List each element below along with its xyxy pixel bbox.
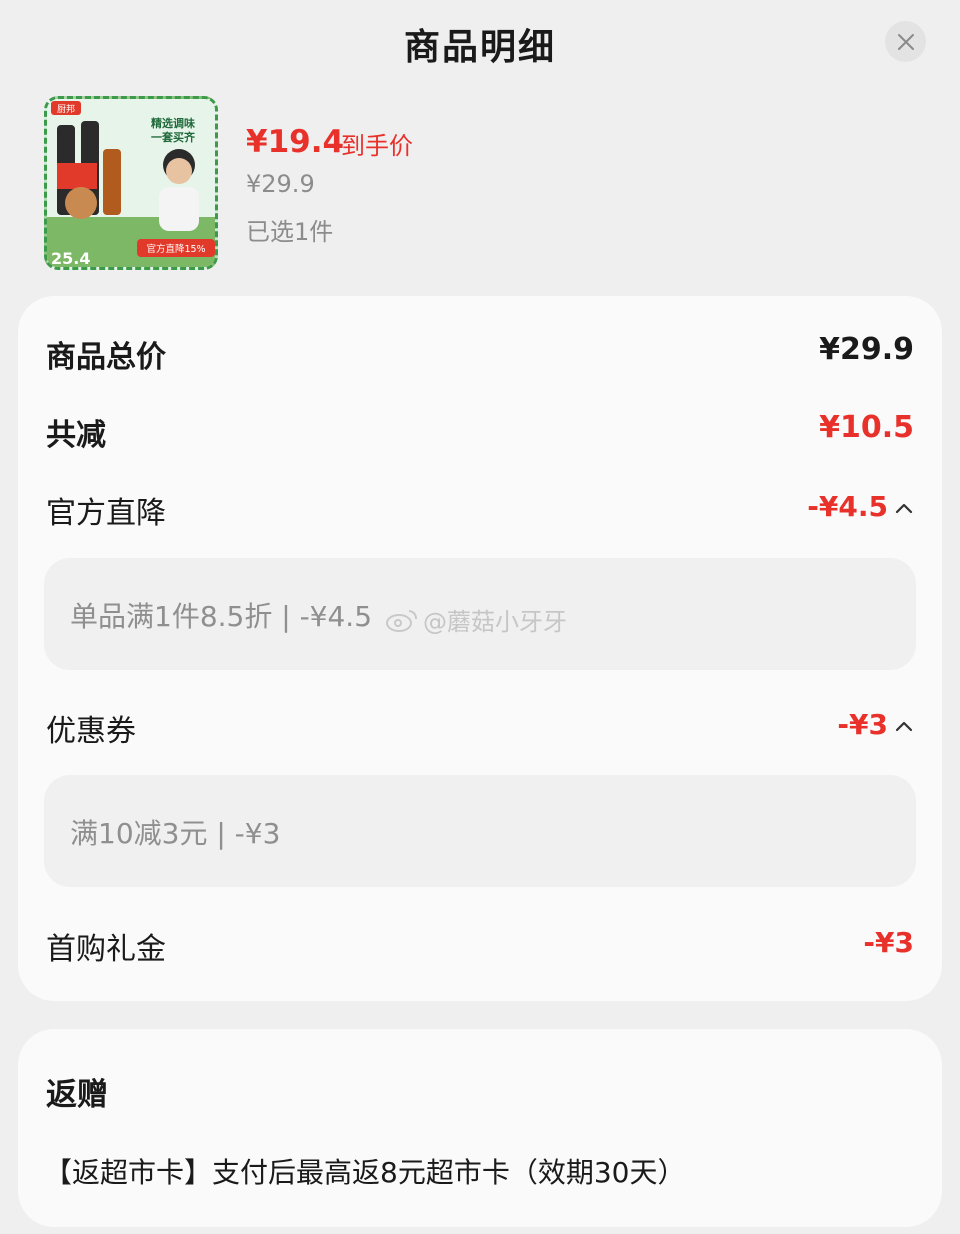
coupon-detail-text: 满10减3元 | -¥3 <box>70 817 281 850</box>
first-purchase-row: 首购礼金 -¥3 <box>46 924 914 968</box>
image-headline-1: 精选调味 <box>151 116 195 130</box>
first-purchase-label: 首购礼金 <box>46 932 166 967</box>
total-price-row: 商品总价 ¥29.9 <box>46 332 914 376</box>
gift-text: 【返超市卡】支付后最高返8元超市卡（效期30天） <box>44 1156 686 1189</box>
final-price: ¥19.4 <box>246 124 345 160</box>
official-discount-label: 官方直降 <box>46 496 166 531</box>
page-title: 商品明细 <box>403 27 556 68</box>
product-image-art: 厨邦 精选调味 一套买齐 官方直降15% 25.4 <box>47 99 215 267</box>
watermark: @蘑菇小牙牙 <box>385 602 567 637</box>
chevron-up-icon[interactable] <box>894 498 914 518</box>
image-discount-label: 官方直降15% <box>146 243 205 255</box>
image-headline-2: 一套买齐 <box>151 130 196 144</box>
weibo-icon <box>386 609 417 632</box>
total-reduction-value: ¥10.5 <box>819 410 914 445</box>
close-icon <box>897 33 914 50</box>
coupon-detail: 满10减3元 | -¥3 <box>44 775 916 887</box>
total-reduction-label: 共减 <box>46 418 106 453</box>
total-price-label: 商品总价 <box>46 340 166 375</box>
official-discount-value: -¥4.5 <box>807 490 888 523</box>
coupon-label: 优惠券 <box>46 714 136 749</box>
total-price-value: ¥29.9 <box>819 332 914 367</box>
selected-count: 已选1件 <box>246 218 334 246</box>
chevron-up-icon[interactable] <box>894 716 914 736</box>
total-reduction-row: 共减 ¥10.5 <box>46 410 914 454</box>
detail-sheet: 商品明细 厨邦 精选调味 一套买齐 官方直降15% 25.4 ¥19.4 到手价 <box>0 0 960 1234</box>
price-breakdown-card: 商品总价 ¥29.9 共减 ¥10.5 官方直降 -¥4.5 单品满1件8.5折… <box>18 296 942 1001</box>
brand-logo-text: 厨邦 <box>57 103 75 115</box>
official-discount-detail-text: 单品满1件8.5折 | -¥4.5 <box>70 600 373 633</box>
image-corner-number: 25.4 <box>51 249 90 267</box>
original-price: ¥29.9 <box>246 170 315 198</box>
coupon-row[interactable]: 优惠券 -¥3 <box>46 706 914 750</box>
gift-card: 返赠 【返超市卡】支付后最高返8元超市卡（效期30天） <box>18 1029 942 1227</box>
product-image: 厨邦 精选调味 一套买齐 官方直降15% 25.4 <box>44 96 218 270</box>
first-purchase-value: -¥3 <box>863 926 914 959</box>
coupon-value: -¥3 <box>837 708 888 741</box>
gift-title: 返赠 <box>46 1077 108 1113</box>
final-price-label: 到手价 <box>341 132 413 160</box>
close-button[interactable] <box>885 21 926 62</box>
watermark-text: @蘑菇小牙牙 <box>423 608 567 636</box>
official-discount-row[interactable]: 官方直降 -¥4.5 <box>46 488 914 532</box>
